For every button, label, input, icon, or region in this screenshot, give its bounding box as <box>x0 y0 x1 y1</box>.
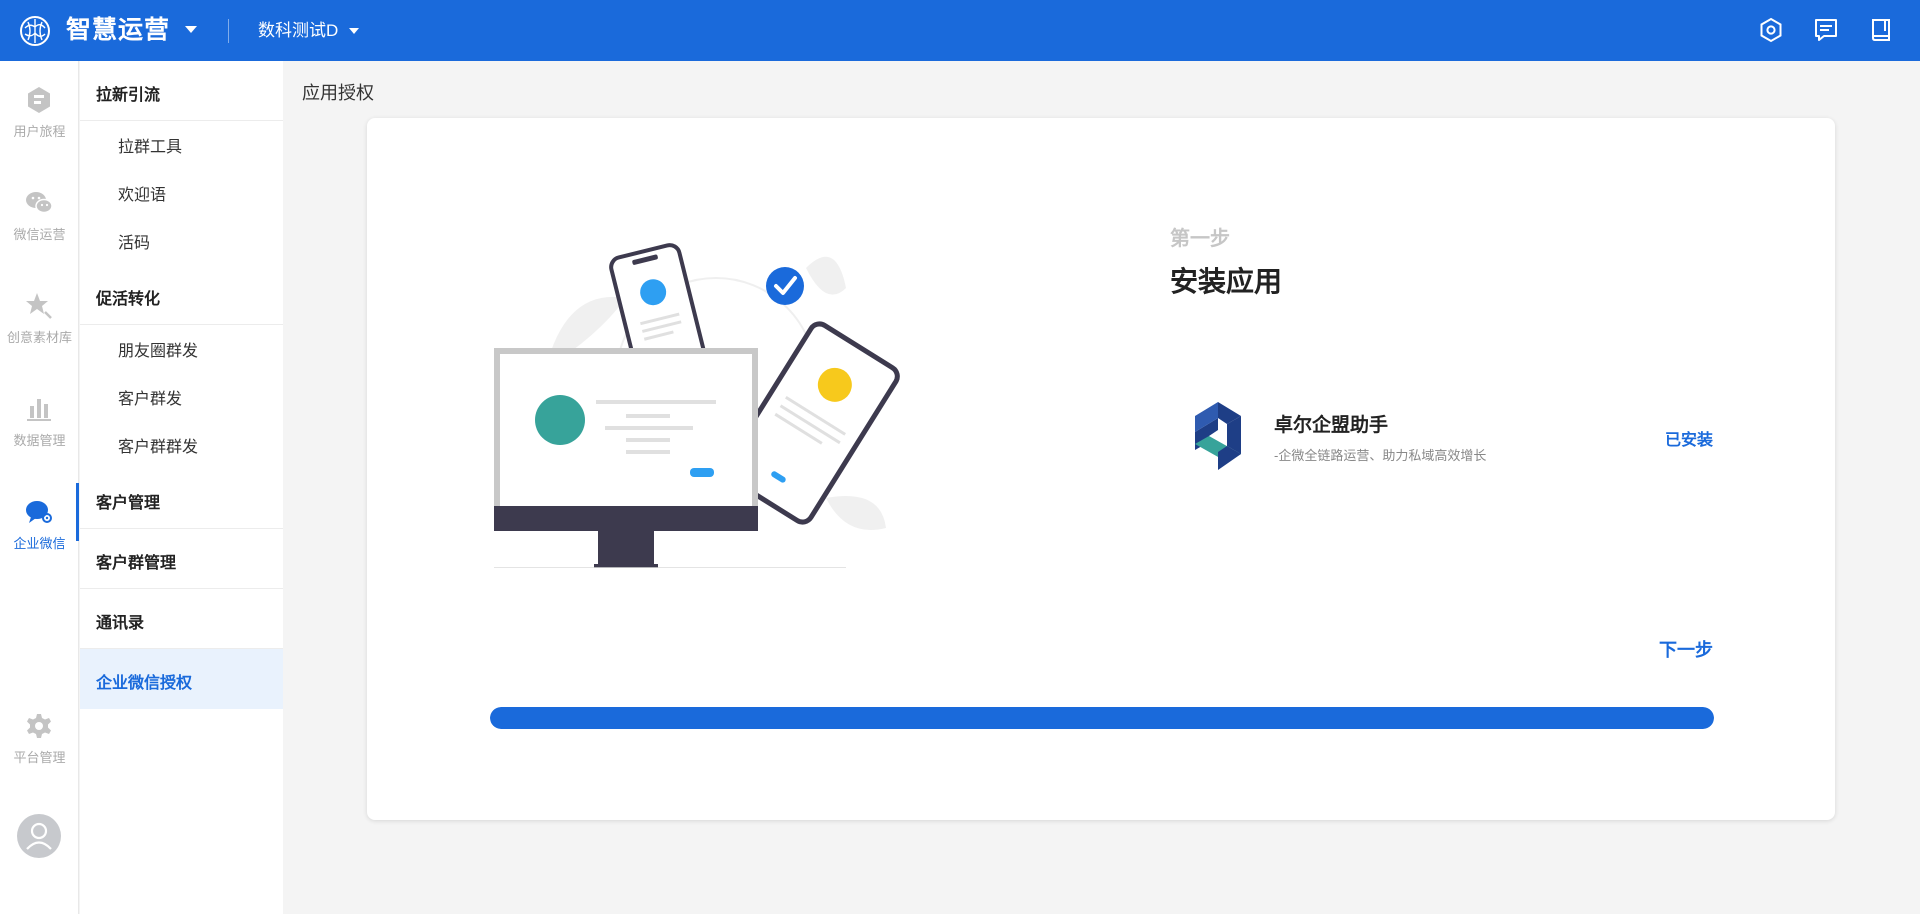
menu-group-customer-group-management[interactable]: 客户群管理 <box>80 529 283 589</box>
devices-illustration <box>494 243 900 568</box>
top-divider <box>228 19 229 43</box>
rail-item-wecom[interactable]: 企业微信 <box>0 483 79 563</box>
rail-item-platform-management[interactable]: 平台管理 <box>0 697 79 777</box>
step-title: 安装应用 <box>1170 266 1283 297</box>
rail-label: 微信运营 <box>13 227 66 242</box>
install-status: 已安装 <box>1664 432 1713 449</box>
user-avatar-icon <box>26 822 52 850</box>
zall-app-logo-icon <box>1195 402 1241 470</box>
menu-group-label: 企业微信授权 <box>96 675 193 692</box>
rail-item-user-journey[interactable]: 用户旅程 <box>0 71 79 151</box>
workspace-selector[interactable]: 数科测试D <box>258 19 338 43</box>
brain-logo-icon <box>20 16 50 46</box>
menu-group-contacts[interactable]: 通讯录 <box>80 589 283 649</box>
journey-icon <box>28 87 50 113</box>
menu-group-label: 通讯录 <box>96 615 145 632</box>
menu-group-label: 客户管理 <box>96 495 161 512</box>
settings-hex-icon[interactable] <box>1758 17 1784 43</box>
menu-item-group-broadcast[interactable]: 客户群群发 <box>118 433 198 457</box>
rail-item-wechat-ops[interactable]: 微信运营 <box>0 174 79 254</box>
menu-group-label: 促活转化 <box>96 291 161 308</box>
rail-label: 数据管理 <box>13 433 66 448</box>
menu-group-acquisition[interactable]: 拉新引流 <box>80 61 283 121</box>
step-progress-fill <box>490 707 1714 729</box>
book-icon[interactable] <box>1868 17 1894 43</box>
rail-label: 企业微信 <box>13 536 66 551</box>
menu-item-customer-broadcast[interactable]: 客户群发 <box>118 385 182 409</box>
menu-item-live-code[interactable]: 活码 <box>118 229 150 253</box>
menu-item-welcome-message[interactable]: 欢迎语 <box>118 181 166 205</box>
page-title: 应用授权 <box>302 83 374 103</box>
user-avatar[interactable] <box>17 814 61 858</box>
rail-item-creative-library[interactable]: 创意素材库 <box>0 277 79 357</box>
sub-menu: 拉新引流 拉群工具 欢迎语 活码 促活转化 朋友圈群发 客户群发 客户群群发 客… <box>80 61 283 914</box>
star-icon <box>26 293 52 319</box>
bar-chart-icon <box>27 399 51 421</box>
step-progress-bar <box>490 707 1714 729</box>
brand-dropdown-caret-icon[interactable] <box>185 26 197 33</box>
next-step-button[interactable]: 下一步 <box>1659 636 1713 662</box>
authorization-card: 第一步 安装应用 卓尔企盟助手 -企微全链路运营、助力私域高效增长 已安装 下一… <box>367 118 1835 820</box>
gear-icon <box>27 714 51 738</box>
menu-group-customer-management[interactable]: 客户管理 <box>80 469 283 529</box>
rail-label: 用户旅程 <box>13 124 66 139</box>
wecom-icon <box>26 501 52 523</box>
menu-group-wecom-authorization[interactable]: 企业微信授权 <box>80 649 283 709</box>
message-icon[interactable] <box>1813 17 1839 43</box>
left-rail: 用户旅程 微信运营 创意素材库 数据管理 企业微信 平台管理 <box>0 61 79 914</box>
menu-item-moments-broadcast[interactable]: 朋友圈群发 <box>118 337 198 361</box>
menu-group-label: 客户群管理 <box>96 555 177 572</box>
menu-group-label: 拉新引流 <box>96 87 161 104</box>
rail-label: 平台管理 <box>13 750 66 765</box>
step-number: 第一步 <box>1170 228 1230 250</box>
wechat-icon <box>26 192 53 214</box>
app-name: 卓尔企盟助手 <box>1274 415 1389 436</box>
menu-group-activation[interactable]: 促活转化 <box>80 265 283 325</box>
workspace-caret-icon[interactable] <box>349 28 359 34</box>
top-bar: 智慧运营 数科测试D <box>0 0 1920 61</box>
brand-title[interactable]: 智慧运营 <box>66 13 170 47</box>
rail-item-data-management[interactable]: 数据管理 <box>0 380 79 460</box>
rail-label: 创意素材库 <box>6 330 72 345</box>
menu-item-group-tool[interactable]: 拉群工具 <box>118 133 182 157</box>
app-description: -企微全链路运营、助力私域高效增长 <box>1274 448 1487 463</box>
